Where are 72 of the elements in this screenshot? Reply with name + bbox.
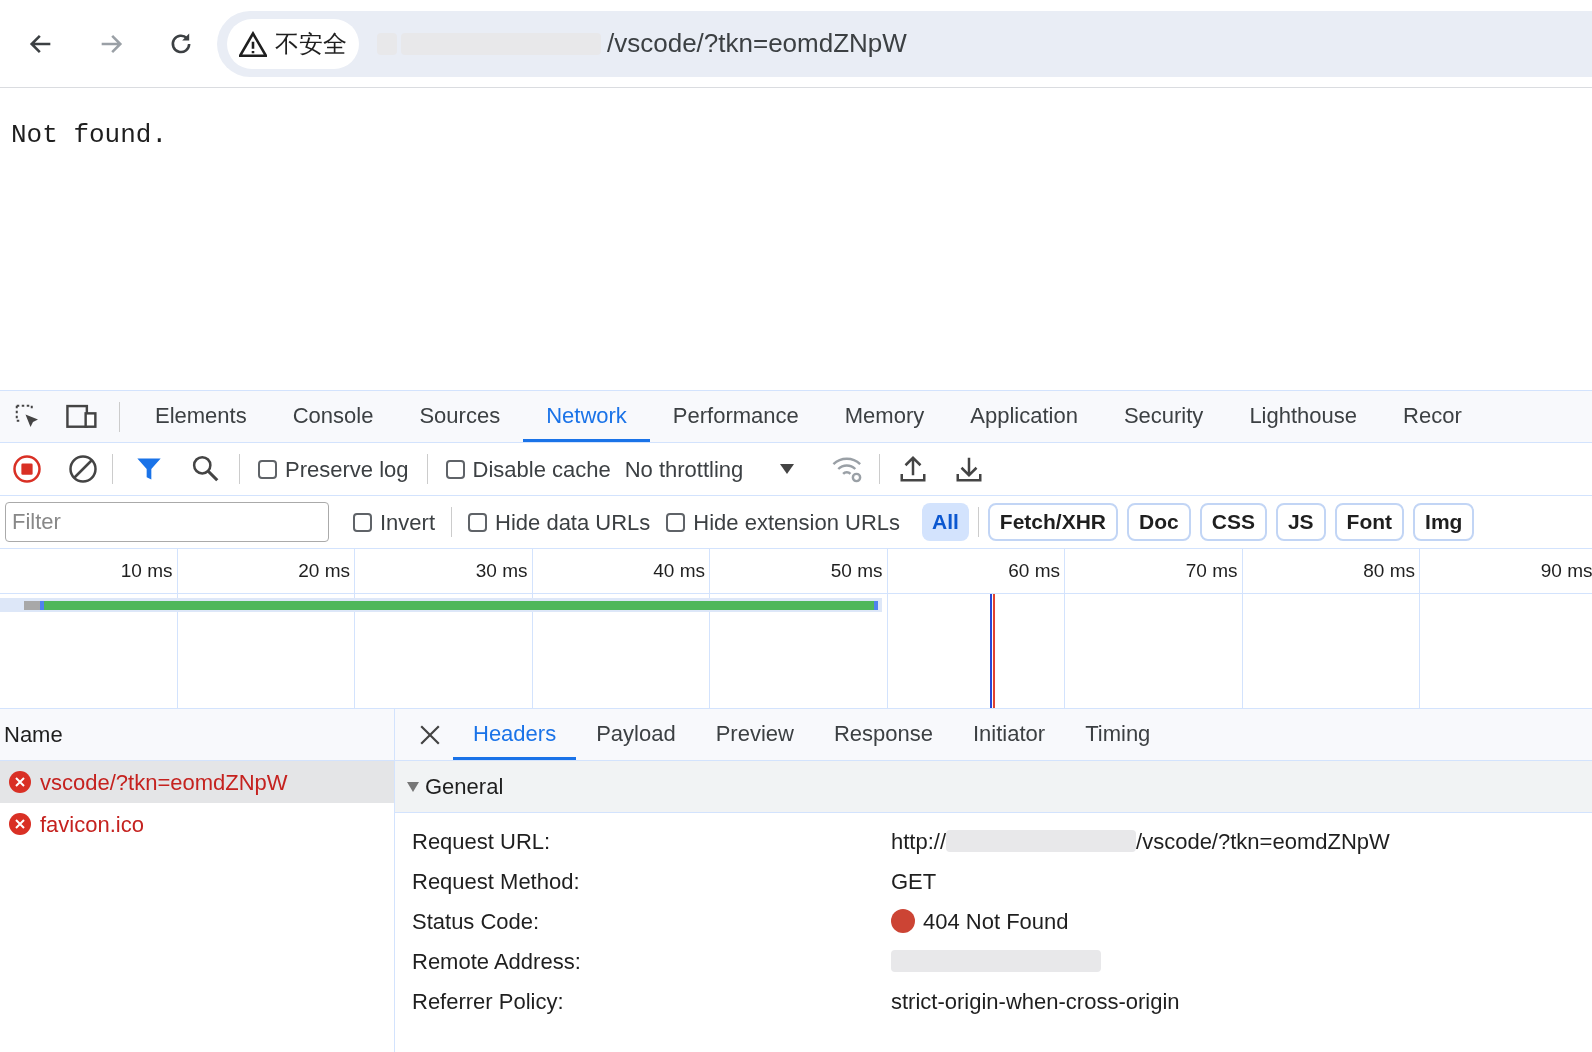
security-label: 不安全 <box>275 28 347 59</box>
header-label: Request URL: <box>411 827 552 856</box>
devtools-tab[interactable]: Lighthouse <box>1226 391 1381 442</box>
details-tab[interactable]: Timing <box>1065 709 1171 760</box>
type-filter-chip[interactable]: CSS <box>1199 503 1267 541</box>
section-header[interactable]: General <box>395 761 1592 813</box>
header-value: GET <box>891 867 937 896</box>
header-label: Remote Address: <box>411 947 582 976</box>
header-label: Referrer Policy: <box>411 987 565 1016</box>
address-text: /vscode/?tkn=eomdZNpW <box>607 27 907 60</box>
upload-icon[interactable] <box>898 454 929 484</box>
dropdown-caret-icon <box>779 463 796 475</box>
throttling-dropdown[interactable]: No throttling <box>624 452 796 486</box>
filter-field[interactable]: Filter <box>5 502 329 542</box>
checkbox[interactable] <box>468 512 488 532</box>
checkbox-label: Disable cache <box>472 455 611 484</box>
page-text: Not found. <box>11 119 169 152</box>
header-value: http:// <box>891 827 947 856</box>
request-row[interactable]: vscode/?tkn=eomdZNpW <box>0 761 394 803</box>
timeline-tick: 50 ms <box>830 558 883 583</box>
devtools-tab[interactable]: Application <box>947 391 1101 442</box>
timeline-tick: 40 ms <box>653 558 705 583</box>
address-bar[interactable]: 不安全 /vscode/?tkn=eomdZNpW <box>217 10 1592 77</box>
timeline-tick: 20 ms <box>298 558 350 583</box>
header-label: Request Method: <box>411 867 581 896</box>
header-value: strict-origin-when-cross-origin <box>891 987 1180 1016</box>
type-filter-chip[interactable]: All <box>922 503 969 541</box>
security-chip[interactable]: 不安全 <box>227 18 359 69</box>
devtools-tab[interactable]: Elements <box>132 391 270 442</box>
record-stop-icon[interactable] <box>12 454 42 484</box>
header-value: /vscode/?tkn=eomdZNpW <box>1136 827 1390 856</box>
warning-icon <box>239 30 267 57</box>
type-filter-chip[interactable]: Fetch/XHR <box>987 503 1119 541</box>
timeline-tick: 70 ms <box>1185 558 1238 583</box>
type-filter-chip[interactable]: Img <box>1413 503 1475 541</box>
timeline-tick: 80 ms <box>1363 558 1415 583</box>
details-tab[interactable]: Initiator <box>953 709 1066 760</box>
search-icon[interactable] <box>191 454 221 484</box>
type-filter-chip[interactable]: JS <box>1275 503 1326 541</box>
checkbox[interactable] <box>353 512 372 532</box>
header-label: Status Code: <box>411 907 541 936</box>
details-tab[interactable]: Preview <box>695 709 814 760</box>
type-filter-chip[interactable]: Font <box>1334 503 1405 541</box>
devtools-tab[interactable]: Sources <box>396 391 524 442</box>
clear-icon[interactable] <box>68 454 98 484</box>
timeline-tick: 10 ms <box>120 558 173 583</box>
devtools-tab[interactable]: Console <box>269 391 397 442</box>
request-row[interactable]: favicon.ico <box>0 803 394 845</box>
timeline-tick: 30 ms <box>475 558 528 583</box>
checkbox-label: Hide data URLs <box>495 508 651 537</box>
type-filter-chip[interactable]: Doc <box>1127 503 1191 541</box>
details-tab[interactable]: Payload <box>576 709 696 760</box>
devtools-tab[interactable]: Recor <box>1380 391 1485 442</box>
devtools-tab[interactable]: Performance <box>649 391 822 442</box>
expand-triangle-icon <box>407 780 419 793</box>
column-header: Name <box>4 721 63 749</box>
checkbox-label: Invert <box>380 508 436 537</box>
header-value: 404 Not Found <box>923 907 1069 936</box>
timeline-tick: 90 ms <box>1540 558 1592 583</box>
checkbox-label: Preserve log <box>285 455 409 484</box>
checkbox[interactable] <box>258 459 277 479</box>
request-name: favicon.ico <box>40 810 144 839</box>
request-name: vscode/?tkn=eomdZNpW <box>40 768 288 797</box>
devtools-tab[interactable]: Memory <box>821 391 948 442</box>
devtools-tab[interactable]: Security <box>1100 391 1227 442</box>
checkbox[interactable] <box>666 512 686 532</box>
details-tab[interactable]: Response <box>813 709 953 760</box>
checkbox[interactable] <box>445 459 465 479</box>
timeline-tick: 60 ms <box>1008 558 1060 583</box>
devtools-tab[interactable]: Network <box>523 391 650 442</box>
checkbox-label: Hide extension URLs <box>693 508 900 537</box>
close-icon[interactable] <box>419 723 441 746</box>
